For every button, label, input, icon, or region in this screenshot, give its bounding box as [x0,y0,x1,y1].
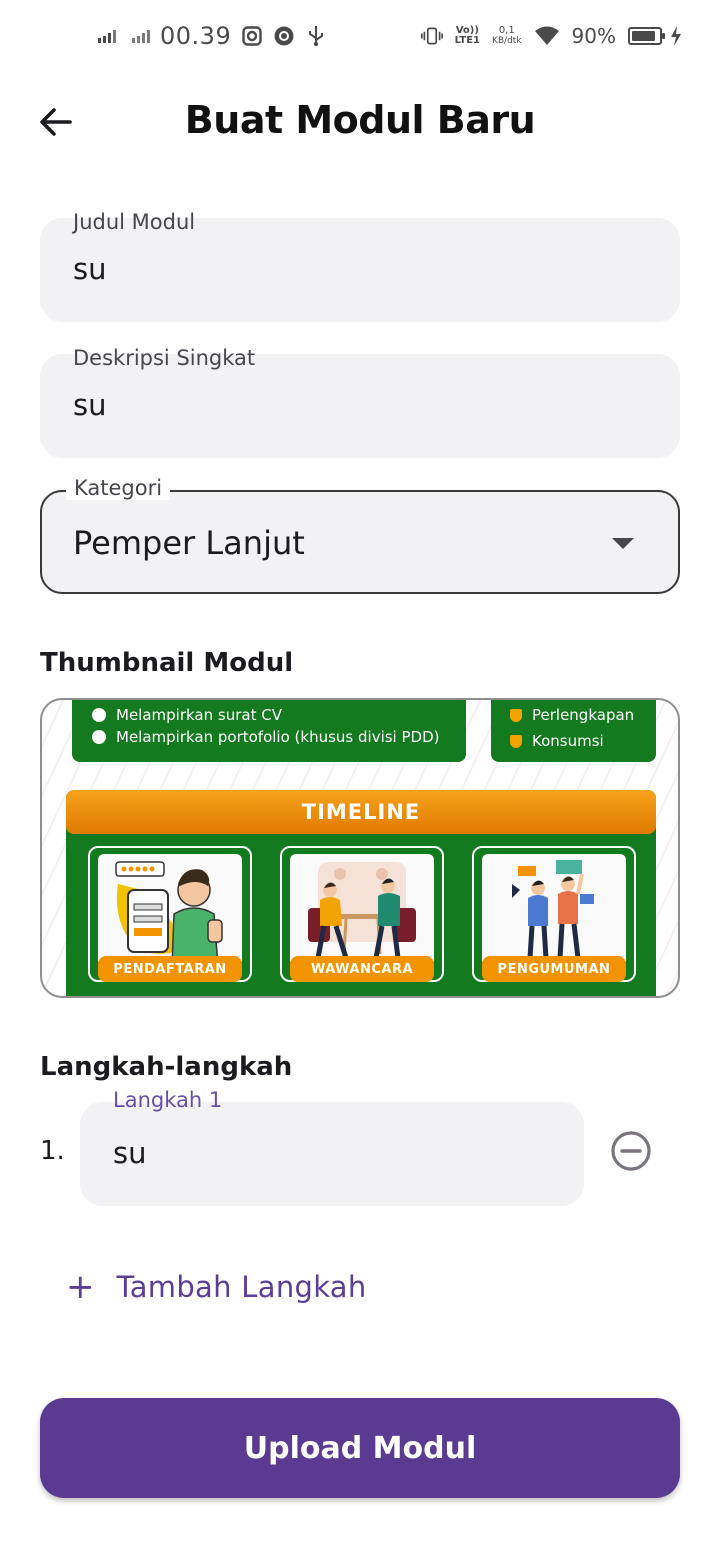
vibrate-icon [420,25,443,47]
remove-step-button[interactable] [608,1128,654,1174]
shield-icon [510,708,522,722]
step-number: 1. [40,1136,65,1166]
timeline-card-interview: WAWANCARA [280,846,444,982]
page-title: Buat Modul Baru [184,98,536,142]
announcement-illustration [482,854,626,966]
battery-percent: 90% [571,24,616,48]
requirements-list: Melampirkan surat CV Melampirkan portofo… [92,704,440,748]
volte-indicator: Vo)) LTE1 [454,25,480,46]
thumbnail-section-title: Thumbnail Modul [40,648,294,678]
plus-icon: + [66,1267,95,1307]
interview-illustration [290,854,434,966]
battery-icon [628,27,665,45]
chrome-icon [273,25,295,47]
status-bar: 00.39 Vo)) LTE1 0,1 KB/dtk 90% [0,0,720,78]
clock: 00.39 [160,22,232,50]
category-value: Pemper Lanjut [73,524,305,562]
timeline-stage-label: WAWANCARA [290,956,434,982]
timeline-banner: TIMELINE [66,790,656,834]
add-step-label: Tambah Langkah [116,1270,367,1304]
bullet-icon [92,708,106,722]
module-title-label: Judul Modul [73,210,196,234]
registration-illustration [98,854,242,966]
signal-icon [98,29,116,43]
step-1-input[interactable]: su [113,1136,147,1170]
bullet-icon [92,730,106,744]
thumbnail-image[interactable]: Melampirkan surat CV Melampirkan portofo… [40,698,680,998]
equipment-item: Konsumsi [510,728,634,754]
upload-module-button[interactable]: Upload Modul [40,1398,680,1498]
remove-circle-icon [611,1131,651,1171]
equipment-item: Perlengkapan [510,702,634,728]
step-1-field[interactable]: Langkah 1 su [80,1088,584,1206]
description-field[interactable]: Deskripsi Singkat su [40,346,680,458]
charging-icon [670,25,682,47]
category-dropdown[interactable]: Kategori Pemper Lanjut [40,476,680,594]
requirement-item: Melampirkan surat CV [92,704,440,726]
module-title-input[interactable]: su [73,252,633,286]
module-title-field[interactable]: Judul Modul su [40,210,680,322]
timeline-stage-label: PENDAFTARAN [98,956,242,982]
add-step-button[interactable]: + Tambah Langkah [66,1264,367,1310]
battery-level [632,31,656,41]
status-bar-right: Vo)) LTE1 0,1 KB/dtk 90% [420,24,682,48]
category-label: Kategori [66,476,171,500]
usb-icon [305,25,327,47]
instagram-icon [241,25,263,47]
step-1-label: Langkah 1 [113,1088,223,1112]
status-bar-left: 00.39 [98,22,327,50]
wifi-icon [534,25,560,47]
shield-icon [510,734,522,748]
signal-icon [132,29,150,43]
timeline-stage-label: PENGUMUMAN [482,956,626,982]
upload-module-label: Upload Modul [243,1430,477,1466]
description-input[interactable]: su [73,388,633,422]
equipment-list: Perlengkapan Konsumsi [510,702,634,754]
timeline-card-announcement: PENGUMUMAN [472,846,636,982]
timeline-card-registration: PENDAFTARAN [88,846,252,982]
dropdown-arrow-icon [612,538,634,549]
requirement-item: Melampirkan portofolio (khusus divisi PD… [92,726,440,748]
network-speed: 0,1 KB/dtk [491,25,522,47]
steps-section-title: Langkah-langkah [40,1052,293,1082]
description-label: Deskripsi Singkat [73,346,256,370]
